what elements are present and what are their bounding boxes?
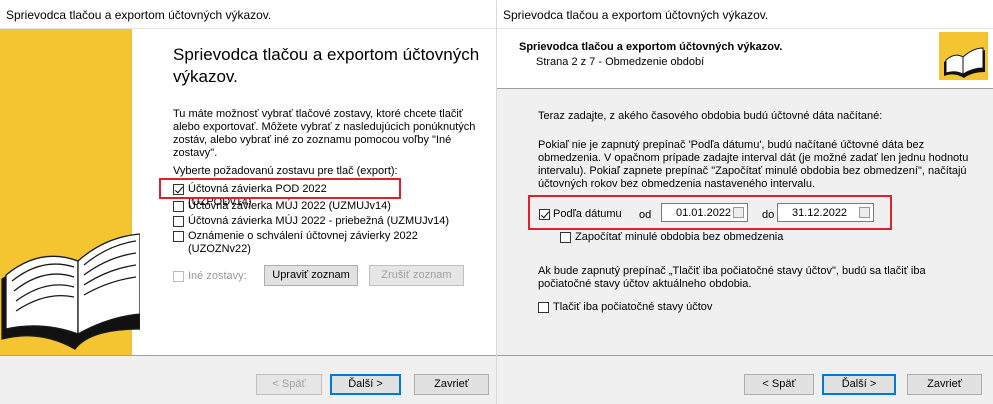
highlight-box <box>159 178 401 199</box>
explanation-line: intervalu). Pokiaľ zapnete prepínač "Zap… <box>538 165 967 177</box>
other-reports-checkbox[interactable] <box>173 271 184 282</box>
back-button[interactable]: < Späť <box>256 374 322 395</box>
report-checkbox[interactable] <box>173 201 184 212</box>
intro-line: alebo exportovať. Môžete vybrať z nasled… <box>173 121 476 133</box>
title-bar: Sprievodca tlačou a exportom účtovných v… <box>0 0 496 28</box>
wizard-window-step2: Sprievodca tlačou a exportom účtovných v… <box>497 0 993 404</box>
from-label: od <box>639 209 652 221</box>
select-report-label: Vyberte požadovanú zostavu pre tlač (exp… <box>173 165 398 177</box>
to-date-value: 31.12.2022 <box>792 207 848 219</box>
include-past-checkbox[interactable] <box>560 232 571 243</box>
next-button[interactable]: Ďalší > <box>330 374 401 395</box>
wizard-button-bar: < Späť Ďalší > Zavrieť <box>497 355 993 404</box>
explanation-text: Pokiaľ nie je zapnutý prepínač 'Podľa dá… <box>538 139 968 191</box>
initial-only-label: Tlačiť iba počiatočné stavy účtov <box>553 301 713 313</box>
report-checkbox[interactable] <box>173 216 184 227</box>
note-text: Ak bude zapnutý prepínač „Tlačiť iba poč… <box>538 265 926 291</box>
report-label: Oznámenie o schválení účtovnej závierky … <box>188 230 418 255</box>
initial-only-option[interactable]: Tlačiť iba počiatočné stavy účtov <box>538 301 738 315</box>
note-line: počiatočné stavy účtov aktuálneho obdobi… <box>538 278 752 290</box>
close-button[interactable]: Zavrieť <box>414 374 489 395</box>
by-date-checkbox[interactable] <box>539 209 550 220</box>
intro-text: Tu máte možnosť vybrať tlačové zostavy, … <box>173 108 475 160</box>
report-option-uzmuj[interactable]: Účtovná závierka MÚJ 2022 (UZMUJv14) <box>173 200 393 214</box>
explanation-line: účtovných rokov bez obmedzenia nastavené… <box>538 178 816 190</box>
wizard-sidebar-book-illustration <box>0 29 140 355</box>
header-subtitle: Strana 2 z 7 - Obmedzenie období <box>536 56 705 68</box>
other-reports-label: Iné zostavy: <box>188 270 247 282</box>
edit-list-button[interactable]: Upraviť zoznam <box>264 265 358 286</box>
calendar-dropdown-icon[interactable] <box>859 207 870 218</box>
wizard-header: Sprievodca tlačou a exportom účtovných v… <box>497 29 993 88</box>
by-date-label: Podľa dátumu <box>553 208 622 220</box>
window-title: Sprievodca tlačou a exportom účtovných v… <box>6 8 272 22</box>
report-checkbox[interactable] <box>173 231 184 242</box>
to-date-field[interactable]: 31.12.2022 <box>777 203 874 222</box>
divider <box>0 355 496 356</box>
window-title: Sprievodca tlačou a exportom účtovných v… <box>503 8 769 22</box>
header-title: Sprievodca tlačou a exportom účtovných v… <box>519 41 783 53</box>
to-label: do <box>762 209 775 221</box>
instruction-text: Teraz zadajte, z akého časového obdobia … <box>538 110 883 122</box>
other-reports-option[interactable]: Iné zostavy: <box>173 270 263 284</box>
wizard-window-step1: Sprievodca tlačou a exportom účtovných v… <box>0 0 497 404</box>
from-date-field[interactable]: 01.01.2022 <box>661 203 748 222</box>
by-date-option[interactable]: Podľa dátumu <box>539 208 629 222</box>
explanation-line: Pokiaľ nie je zapnutý prepínač 'Podľa dá… <box>538 139 925 151</box>
cancel-list-button[interactable]: Zrušiť zoznam <box>369 265 464 286</box>
intro-line: Tu máte možnosť vybrať tlačové zostavy, … <box>173 108 463 120</box>
initial-only-checkbox[interactable] <box>538 302 549 313</box>
title-bar: Sprievodca tlačou a exportom účtovných v… <box>497 0 993 28</box>
intro-line: zostáv, alebo vybrať iné zo zoznamu pomo… <box>173 134 452 146</box>
next-button[interactable]: Ďalší > <box>822 374 896 395</box>
book-icon <box>939 32 988 80</box>
divider <box>497 355 993 356</box>
report-option-uzozn[interactable]: Oznámenie o schválení účtovnej závierky … <box>173 230 483 255</box>
report-label: Účtovná závierka MÚJ 2022 - priebežná (U… <box>188 215 450 227</box>
note-line: Ak bude zapnutý prepínač „Tlačiť iba poč… <box>538 265 926 277</box>
include-past-label: Započítať minulé obdobia bez obmedzenia <box>575 231 784 243</box>
intro-line: zostavy". <box>173 147 218 159</box>
report-option-uzmuj-running[interactable]: Účtovná závierka MÚJ 2022 - priebežná (U… <box>173 215 473 229</box>
wizard-button-bar: < Späť Ďalší > Zavrieť <box>0 355 496 404</box>
wizard-heading: Sprievodca tlačou a exportom účtovných v… <box>173 45 480 86</box>
back-button[interactable]: < Späť <box>744 374 814 395</box>
close-button[interactable]: Zavrieť <box>907 374 982 395</box>
from-date-value: 01.01.2022 <box>676 207 732 219</box>
include-past-option[interactable]: Započítať minulé obdobia bez obmedzenia <box>560 231 820 245</box>
calendar-dropdown-icon[interactable] <box>733 207 744 218</box>
explanation-line: obmedzenia. V opačnom prípade zadajte in… <box>538 152 969 164</box>
report-label: Účtovná závierka MÚJ 2022 (UZMUJv14) <box>188 200 391 212</box>
